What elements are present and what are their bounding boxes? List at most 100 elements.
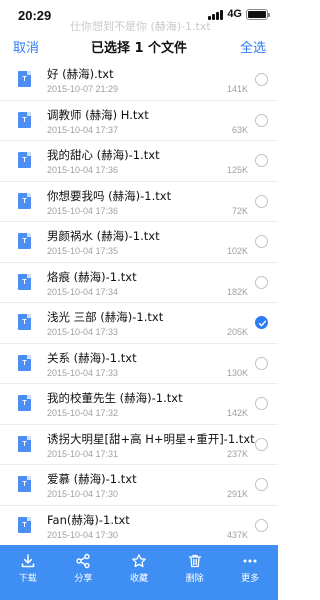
file-name: Fan(赫海)-1.txt xyxy=(47,512,130,527)
status-bar: 20:29 仕你想到不是你 (赫海)-1.txt 4G xyxy=(0,0,278,33)
file-icon-glyph: T xyxy=(22,359,27,367)
file-row[interactable]: T 男颜祸水 (赫海)-1.txt 2015-10-04 17:35 102K xyxy=(0,222,278,263)
cancel-button[interactable]: 取消 xyxy=(13,37,39,56)
file-size: 237K xyxy=(226,448,248,459)
file-size: 125K xyxy=(226,165,248,175)
txt-file-icon: T xyxy=(18,192,31,209)
select-checkbox[interactable] xyxy=(255,73,268,86)
txt-file-icon: T xyxy=(18,435,31,452)
txt-file-icon: T xyxy=(18,233,31,249)
delete-label: 删除 xyxy=(185,574,204,584)
file-size: 63K xyxy=(231,124,248,135)
nav-bar: 已选择 1 个文件 取消 全选 xyxy=(0,30,278,60)
file-date: 2015-10-04 17:30 xyxy=(47,489,119,499)
download-icon xyxy=(21,554,35,568)
star-icon xyxy=(132,554,146,568)
file-name: 关系 (赫海)-1.txt xyxy=(47,350,137,365)
file-row[interactable]: T 好 (赫海).txt 2015-10-07 21:29 141K xyxy=(0,60,278,101)
file-date: 2015-10-04 17:30 xyxy=(47,529,119,540)
checkmark-icon xyxy=(258,320,267,327)
more-button[interactable]: 更多 xyxy=(222,545,278,600)
signal-icon xyxy=(208,9,224,20)
file-size: 205K xyxy=(226,327,248,337)
select-all-button[interactable]: 全选 xyxy=(240,37,266,56)
download-button[interactable]: 下载 xyxy=(0,545,56,600)
file-icon-glyph: T xyxy=(22,481,27,488)
file-icon-glyph: T xyxy=(22,76,27,83)
file-size: 102K xyxy=(226,246,248,256)
file-size: 130K xyxy=(226,367,248,378)
file-row[interactable]: T 我的校董先生 (赫海)-1.txt 2015-10-04 17:32 142K xyxy=(0,384,278,425)
file-date: 2015-10-04 17:31 xyxy=(47,448,119,459)
txt-file-icon: T xyxy=(18,354,31,371)
file-icon-glyph: T xyxy=(22,238,27,245)
file-date: 2015-10-07 21:29 xyxy=(47,84,119,94)
select-checkbox[interactable] xyxy=(255,235,268,248)
txt-file-icon: T xyxy=(18,273,31,290)
status-indicators: 4G xyxy=(208,8,270,20)
txt-file-icon: T xyxy=(18,476,31,492)
file-name: 浅光 三部 (赫海)-1.txt xyxy=(47,310,164,324)
file-icon-glyph: T xyxy=(22,157,27,164)
txt-file-icon: T xyxy=(18,516,31,533)
select-checkbox[interactable] xyxy=(255,194,268,208)
txt-file-icon: T xyxy=(18,152,31,168)
file-size: 142K xyxy=(226,408,248,418)
file-size: 182K xyxy=(226,286,248,297)
trash-icon xyxy=(188,554,201,568)
share-icon xyxy=(76,553,91,569)
file-name: 我的甜心 (赫海)-1.txt xyxy=(47,148,160,162)
network-type: 4G xyxy=(227,8,242,20)
file-icon-glyph: T xyxy=(22,440,27,448)
file-name: 爱慕 (赫海)-1.txt xyxy=(47,472,137,486)
select-checkbox[interactable] xyxy=(255,437,268,451)
select-checkbox[interactable] xyxy=(255,113,268,127)
file-date: 2015-10-04 17:37 xyxy=(47,124,119,135)
more-icon xyxy=(243,559,257,563)
share-button[interactable]: 分享 xyxy=(56,545,112,600)
file-name: 调教师 (赫海) H.txt xyxy=(47,107,149,122)
select-checkbox[interactable] xyxy=(255,316,268,329)
select-checkbox[interactable] xyxy=(255,154,268,167)
file-row[interactable]: T Fan(赫海)-1.txt 2015-10-04 17:30 437K xyxy=(0,506,278,546)
page-title: 已选择 1 个文件 xyxy=(90,41,188,56)
battery-icon xyxy=(246,8,270,20)
file-name: 你想要我吗 (赫海)-1.txt xyxy=(47,188,172,203)
file-size: 141K xyxy=(226,84,248,94)
select-checkbox[interactable] xyxy=(255,518,268,532)
bottom-toolbar: 下载 分享 收藏 删除 更多 xyxy=(0,545,278,600)
favorite-button[interactable]: 收藏 xyxy=(111,545,167,600)
file-date: 2015-10-04 17:32 xyxy=(47,408,119,418)
select-checkbox[interactable] xyxy=(255,275,268,289)
file-row[interactable]: T 调教师 (赫海) H.txt 2015-10-04 17:37 63K xyxy=(0,101,278,141)
file-date: 2015-10-04 17:35 xyxy=(47,246,119,256)
txt-file-icon: T xyxy=(18,71,31,87)
file-row[interactable]: T 烙痕 (赫海)-1.txt 2015-10-04 17:34 182K xyxy=(0,263,278,303)
file-date: 2015-10-04 17:36 xyxy=(47,205,119,216)
file-row[interactable]: T 爱慕 (赫海)-1.txt 2015-10-04 17:30 291K xyxy=(0,465,278,506)
file-row[interactable]: T 关系 (赫海)-1.txt 2015-10-04 17:33 130K xyxy=(0,344,278,384)
download-label: 下载 xyxy=(18,574,37,584)
share-label: 分享 xyxy=(74,574,93,584)
txt-file-icon: T xyxy=(18,314,31,330)
file-icon-glyph: T xyxy=(22,521,27,529)
file-date: 2015-10-04 17:36 xyxy=(47,165,119,175)
file-row[interactable]: T 浅光 三部 (赫海)-1.txt 2015-10-04 17:33 205K xyxy=(0,303,278,344)
file-row[interactable]: T 诱拐大明星[甜+高 H+明星+重开]-1.txt 2015-10-04 17:3… xyxy=(0,425,278,465)
select-checkbox[interactable] xyxy=(255,478,268,491)
txt-file-icon: T xyxy=(18,111,31,128)
file-name: 烙痕 (赫海)-1.txt xyxy=(47,269,137,284)
file-date: 2015-10-04 17:34 xyxy=(47,286,119,297)
file-row[interactable]: T 你想要我吗 (赫海)-1.txt 2015-10-04 17:36 72K xyxy=(0,182,278,222)
file-icon-glyph: T xyxy=(22,400,27,407)
select-checkbox[interactable] xyxy=(255,356,268,370)
select-checkbox[interactable] xyxy=(255,397,268,410)
delete-button[interactable]: 删除 xyxy=(167,545,223,600)
file-row[interactable]: T 我的甜心 (赫海)-1.txt 2015-10-04 17:36 125K xyxy=(0,141,278,182)
more-label: 更多 xyxy=(241,574,260,584)
file-icon-glyph: T xyxy=(22,116,27,124)
file-size: 72K xyxy=(231,205,248,216)
file-date: 2015-10-04 17:33 xyxy=(47,327,119,337)
file-name: 诱拐大明星[甜+高 H+明星+重开]-1.txt xyxy=(47,431,255,446)
file-icon-glyph: T xyxy=(22,197,27,205)
